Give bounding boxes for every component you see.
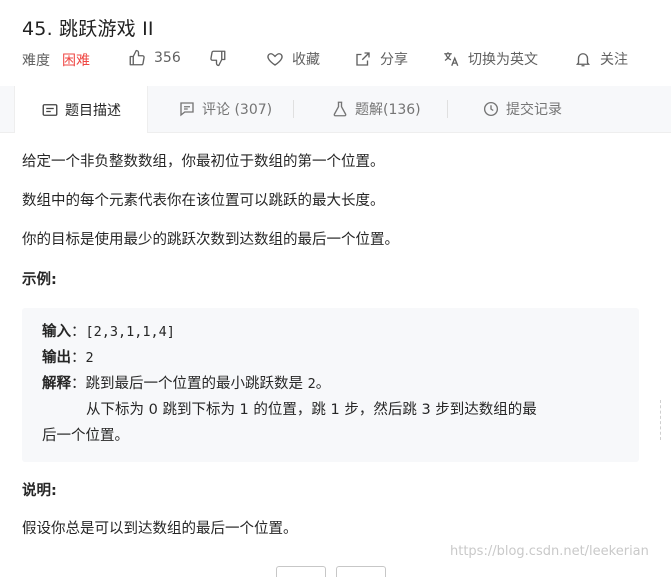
note-text: 假设你总是可以到达数组的最后一个位置。	[22, 521, 298, 537]
example-explanation-line: 后一个位置。	[42, 428, 129, 444]
difficulty: 难度 困难	[22, 49, 90, 71]
example-explanation-end: 。	[315, 376, 331, 392]
tab-description-label: 题目描述	[65, 102, 121, 119]
share-button[interactable]: 分享	[354, 49, 408, 69]
example-input: 输入：[2,3,1,1,4]	[42, 324, 175, 340]
problem-title: 45. 跳跃游戏 II	[22, 18, 154, 40]
example-heading: 示例:	[22, 272, 57, 288]
flask-icon	[333, 101, 347, 117]
thumbs-down-icon	[210, 50, 226, 67]
heart-icon	[267, 53, 283, 66]
clock-icon	[483, 101, 499, 117]
description-paragraph: 给定一个非负整数数组，你最初位于数组的第一个位置。	[22, 154, 385, 170]
problem-header: 45. 跳跃游戏 II 难度 困难 356 收藏 分享 切换为英文 关注	[0, 0, 671, 86]
scroll-indicator	[660, 400, 665, 440]
description-paragraph: 数组中的每个元素代表你在该位置可以跳跃的最大长度。	[22, 193, 385, 209]
favorite-label: 收藏	[292, 52, 320, 68]
switch-language-button[interactable]: 切换为英文	[442, 49, 538, 69]
switch-language-label: 切换为英文	[468, 52, 538, 68]
example-explanation: 解释：跳到最后一个位置的最小跳跃数是 2。	[42, 376, 331, 392]
dislike-button[interactable]	[209, 49, 227, 67]
follow-label: 关注	[600, 52, 628, 68]
example-input-key: 输入	[42, 324, 71, 340]
watermark: https://blog.csdn.net/leekerian	[450, 544, 649, 559]
share-label: 分享	[380, 52, 408, 68]
difficulty-label: 难度	[22, 53, 50, 69]
example-explanation-text: 跳到最后一个位置的最小跳跃数是	[85, 376, 308, 392]
tab-solutions[interactable]: 题解(136)	[331, 86, 421, 132]
follow-button[interactable]: 关注	[574, 49, 628, 69]
example-explanation-key: 解释	[42, 376, 71, 392]
bell-icon	[576, 53, 590, 67]
example-explanation-line: 从下标为 0 跳到下标为 1 的位置，跳 1 步，然后跳 3 步到达数组的最	[86, 402, 537, 418]
problem-tabs: 题目描述 评论 (307) 题解(136) 提交记录	[0, 86, 671, 133]
example-explanation-number: 2	[307, 376, 316, 392]
example-output-value: 2	[85, 350, 94, 366]
thumbs-up-icon	[129, 49, 145, 66]
tab-divider	[447, 100, 448, 118]
comment-icon	[180, 102, 194, 117]
difficulty-value: 困难	[62, 53, 90, 69]
tab-comments-label: 评论 (307)	[202, 102, 273, 118]
description-paragraph: 你的目标是使用最少的跳跃次数到达数组的最后一个位置。	[22, 232, 399, 248]
tab-solutions-label: 题解(136)	[355, 102, 421, 118]
tab-submissions-label: 提交记录	[506, 102, 562, 118]
share-icon	[356, 52, 370, 66]
tab-comments[interactable]: 评论 (307)	[178, 86, 272, 132]
example-output: 输出：2	[42, 350, 94, 366]
tab-divider	[293, 100, 294, 118]
translate-icon	[444, 52, 459, 67]
like-button[interactable]: 356	[128, 49, 181, 67]
note-heading: 说明:	[22, 483, 57, 499]
like-count: 356	[154, 50, 181, 66]
example-block: 输入：[2,3,1,1,4] 输出：2 解释：跳到最后一个位置的最小跳跃数是 2…	[22, 308, 639, 462]
favorite-button[interactable]: 收藏	[266, 49, 320, 69]
example-input-value: [2,3,1,1,4]	[85, 324, 175, 340]
example-output-key: 输出	[42, 350, 71, 366]
tab-submissions[interactable]: 提交记录	[482, 86, 562, 132]
description-icon	[42, 103, 58, 116]
tab-description[interactable]: 题目描述	[14, 86, 148, 133]
